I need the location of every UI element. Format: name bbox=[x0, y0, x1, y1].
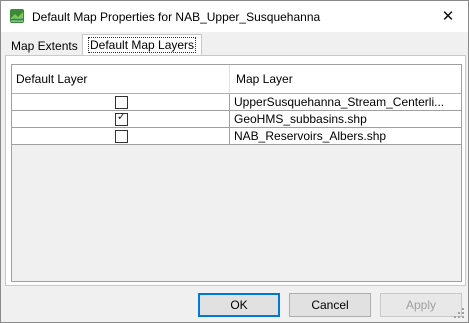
button-bar: OK Cancel Apply bbox=[1, 293, 468, 317]
layers-table: Default Layer Map Layer UpperSusquehanna… bbox=[11, 64, 462, 282]
title-bar: Default Map Properties for NAB_Upper_Sus… bbox=[1, 1, 468, 32]
tab-label: Default Map Layers bbox=[88, 37, 197, 53]
tab-map-extents[interactable]: Map Extents bbox=[5, 36, 84, 57]
default-layer-cell bbox=[12, 94, 230, 110]
column-header-map-layer[interactable]: Map Layer bbox=[230, 65, 461, 93]
tab-strip: Map Extents Default Map Layers bbox=[1, 34, 468, 56]
tab-panel: Default Layer Map Layer UpperSusquehanna… bbox=[5, 55, 466, 286]
default-layer-cell bbox=[12, 128, 230, 144]
table-row[interactable]: NAB_Reservoirs_Albers.shp bbox=[12, 128, 461, 145]
apply-button[interactable]: Apply bbox=[380, 293, 462, 317]
dialog-window: Default Map Properties for NAB_Upper_Sus… bbox=[0, 0, 469, 323]
map-layer-cell: GeoHMS_subbasins.shp bbox=[234, 112, 367, 126]
table-row[interactable]: UpperSusquehanna_Stream_Centerli... bbox=[12, 94, 461, 111]
map-layer-cell: UpperSusquehanna_Stream_Centerli... bbox=[234, 95, 445, 109]
table-row[interactable]: ✓ GeoHMS_subbasins.shp bbox=[12, 111, 461, 128]
app-icon bbox=[10, 9, 24, 23]
column-header-default-layer[interactable]: Default Layer bbox=[12, 65, 230, 93]
tab-default-map-layers[interactable]: Default Map Layers bbox=[82, 34, 203, 56]
default-layer-checkbox[interactable] bbox=[115, 96, 128, 109]
close-icon: ✕ bbox=[441, 8, 455, 25]
map-layer-cell: NAB_Reservoirs_Albers.shp bbox=[234, 129, 387, 143]
default-layer-checkbox[interactable]: ✓ bbox=[115, 111, 128, 126]
default-layer-checkbox[interactable] bbox=[115, 130, 128, 143]
checkmark-icon: ✓ bbox=[116, 111, 127, 123]
cancel-button[interactable]: Cancel bbox=[289, 293, 371, 317]
close-button[interactable]: ✕ bbox=[434, 4, 462, 28]
resize-grip-icon[interactable] bbox=[454, 308, 465, 319]
table-header: Default Layer Map Layer bbox=[12, 65, 461, 94]
window-title: Default Map Properties for NAB_Upper_Sus… bbox=[32, 10, 321, 24]
ok-button[interactable]: OK bbox=[198, 293, 280, 317]
default-layer-cell: ✓ bbox=[12, 111, 230, 127]
